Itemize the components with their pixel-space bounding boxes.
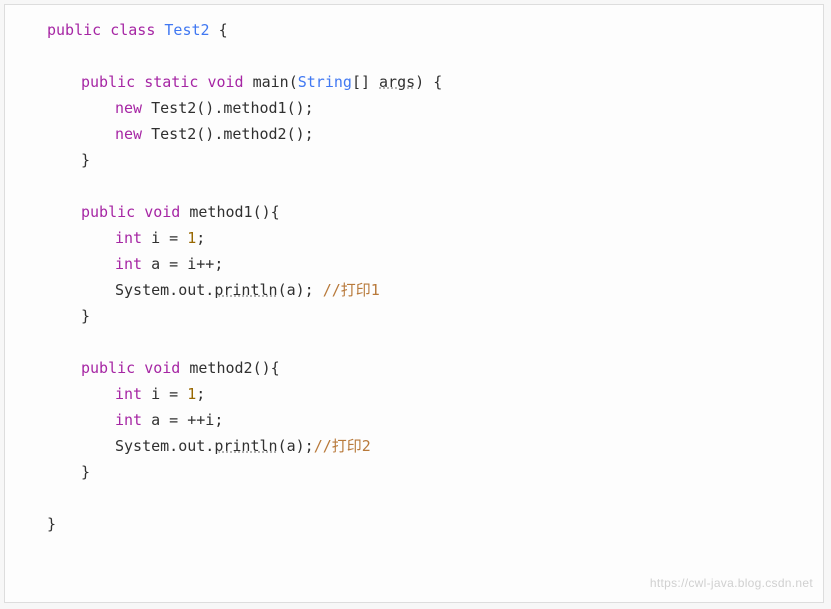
code-block: public class Test2 { public static void … [4,4,824,603]
sysout: System.out. [115,437,214,455]
kw-public: public [81,203,135,221]
kw-new: new [115,99,142,117]
eq: = [160,385,187,403]
println-arg: (a); [278,437,314,455]
eq: = [160,229,187,247]
num-1: 1 [187,229,196,247]
call-method1: ().method1(); [196,99,313,117]
watermark-text: https://cwl-java.blog.csdn.net [650,570,813,596]
kw-void: void [144,203,180,221]
var-i: i [151,229,160,247]
var-i: i [151,385,160,403]
ctor-test2: Test2 [151,125,196,143]
kw-public: public [47,21,101,39]
brace-close: } [81,151,90,169]
semi: ; [196,385,205,403]
code-pre: public class Test2 { public static void … [13,17,815,537]
kw-public: public [81,73,135,91]
println: println [214,281,277,299]
ctor-test2: Test2 [151,99,196,117]
method2-name: method2 [189,359,252,377]
println-arg: (a); [278,281,323,299]
method1-name: method1 [189,203,252,221]
brace-close: } [81,463,90,481]
kw-new: new [115,125,142,143]
brace-close: } [81,307,90,325]
parens-brace: (){ [253,203,280,221]
method-main: main [253,73,289,91]
type-string: String [298,73,352,91]
kw-void: void [144,359,180,377]
array-brackets: [] [352,73,370,91]
call-method2: ().method2(); [196,125,313,143]
comment-print1: //打印1 [323,281,380,299]
param-args: args [379,73,415,91]
parens-brace: (){ [253,359,280,377]
comment-print2: //打印2 [314,437,371,455]
eq: = [160,255,187,273]
kw-int: int [115,229,142,247]
sysout: System.out. [115,281,214,299]
brace-close: } [47,515,56,533]
ipp: i++; [187,255,223,273]
eq: = [160,411,187,429]
kw-void: void [207,73,243,91]
ppi: ++i; [187,411,223,429]
var-a: a [151,255,160,273]
var-a: a [151,411,160,429]
kw-class: class [110,21,155,39]
brace-open: { [219,21,228,39]
kw-int: int [115,411,142,429]
kw-static: static [144,73,198,91]
num-1: 1 [187,385,196,403]
class-name: Test2 [164,21,209,39]
semi: ; [196,229,205,247]
paren-open: ( [289,73,298,91]
kw-int: int [115,385,142,403]
kw-public: public [81,359,135,377]
paren-close: ) [415,73,424,91]
kw-int: int [115,255,142,273]
println: println [214,437,277,455]
brace-open: { [433,73,442,91]
